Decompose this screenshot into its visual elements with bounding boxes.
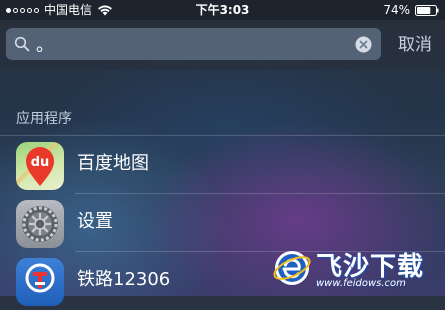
- search-icon: [14, 36, 30, 52]
- battery-icon: [415, 4, 439, 16]
- status-bar: 中国电信 下午3:03 74%: [0, 0, 445, 20]
- baidu-maps-icon: du: [16, 142, 64, 190]
- clear-icon[interactable]: [355, 36, 372, 53]
- app-label: 百度地图: [77, 153, 149, 174]
- app-label: 设置: [77, 211, 113, 232]
- status-right: 74%: [383, 2, 439, 18]
- baidu-icon-text: du: [31, 155, 50, 170]
- search-input[interactable]: [36, 31, 346, 57]
- settings-gear-icon: [16, 200, 64, 248]
- cancel-button[interactable]: 取消: [388, 34, 442, 56]
- watermark: 飞沙下载 www.feidows.com: [268, 244, 445, 296]
- section-title: 应用程序: [16, 111, 72, 127]
- status-time: 下午3:03: [195, 3, 250, 17]
- search-field[interactable]: [6, 28, 381, 60]
- battery-percent: 74%: [383, 3, 410, 17]
- ie-logo-icon: [273, 251, 311, 285]
- app-row-baidu-maps[interactable]: du 百度地图: [0, 136, 445, 194]
- railway-12306-icon: [16, 258, 64, 306]
- search-area: 取消: [0, 20, 445, 70]
- watermark-url: www.feidows.com: [316, 278, 406, 289]
- app-label: 铁路12306: [77, 269, 171, 290]
